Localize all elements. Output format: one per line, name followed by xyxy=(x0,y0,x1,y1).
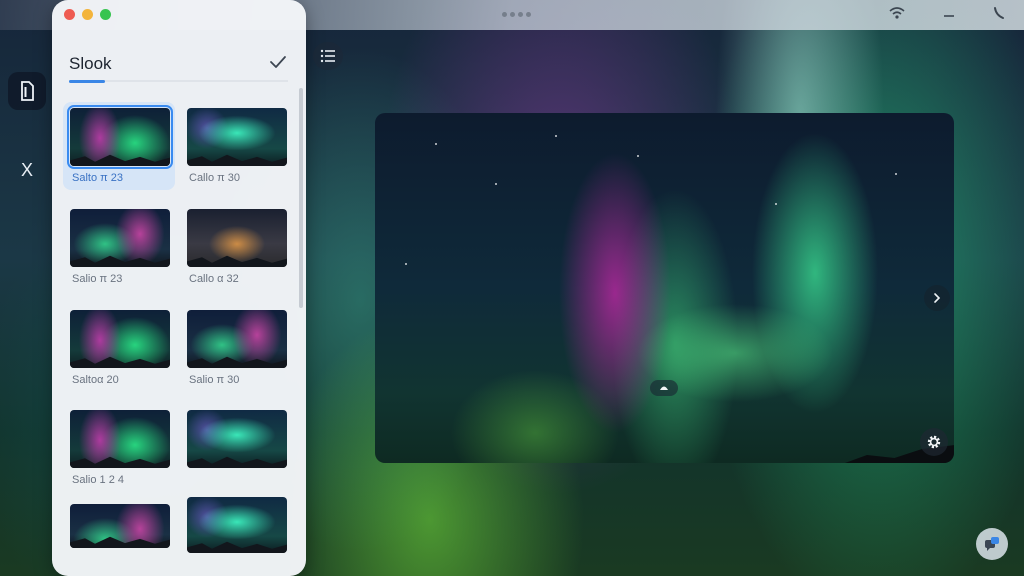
thumbnail-label: Callo π 30 xyxy=(189,172,241,184)
thumbnail-item[interactable]: Salio 1 2 4 xyxy=(63,404,175,492)
thumbnail-item[interactable]: Salio π 23 xyxy=(63,203,175,291)
thumbnail-item[interactable] xyxy=(180,404,292,492)
thumbnail-image xyxy=(187,310,287,368)
thumbnail-image xyxy=(70,410,170,468)
minimize-icon[interactable] xyxy=(940,6,958,24)
chat-icon[interactable] xyxy=(976,528,1008,560)
maximize-window-button[interactable] xyxy=(100,9,111,20)
thumbnail-image xyxy=(187,410,287,468)
active-tab-indicator xyxy=(69,80,105,83)
chevron-right-icon[interactable] xyxy=(924,285,950,311)
gear-icon[interactable] xyxy=(920,428,948,456)
photo-browser-panel: Slook Salto π 23 Callo π 30 Salio π 23 C… xyxy=(52,0,306,576)
thumbnail-label: Salio 1 2 4 xyxy=(72,474,124,486)
wifi-icon[interactable] xyxy=(888,6,906,24)
thumbnail-item[interactable] xyxy=(180,491,292,576)
thumbnail-image xyxy=(70,310,170,368)
window-controls xyxy=(64,9,111,20)
phone-icon[interactable] xyxy=(990,6,1008,24)
thumbnail-image xyxy=(70,504,170,548)
checkmark-icon[interactable] xyxy=(266,50,290,74)
thumbnail-item[interactable] xyxy=(63,496,175,576)
panel-title: Slook xyxy=(69,54,112,73)
thumbnail-label: Saltoα 20 xyxy=(72,374,119,386)
x-icon-label: X xyxy=(20,159,33,180)
scrollbar[interactable] xyxy=(299,88,303,308)
thumbnail-item[interactable]: Callo α 32 xyxy=(180,203,292,291)
thumbnail-image xyxy=(187,497,287,553)
thumbnail-label: Salto π 23 xyxy=(72,172,124,184)
window-handle[interactable] xyxy=(502,12,531,17)
x-icon[interactable]: X xyxy=(8,151,46,189)
thumbnail-label: Salio π 30 xyxy=(189,374,240,386)
thumbnail-image xyxy=(187,108,287,166)
thumbnail-item[interactable]: Salto π 23 xyxy=(63,102,175,190)
thumbnail-label: Callo α 32 xyxy=(189,273,239,285)
list-icon[interactable] xyxy=(313,42,343,70)
thumbnail-item[interactable]: Saltoα 20 xyxy=(63,304,175,392)
thumbnail-item[interactable]: Salio π 30 xyxy=(180,304,292,392)
close-window-button[interactable] xyxy=(64,9,75,20)
image-viewer[interactable] xyxy=(375,113,954,463)
document-icon[interactable] xyxy=(8,72,46,110)
thumbnail-image xyxy=(70,209,170,267)
eject-icon[interactable] xyxy=(650,380,678,396)
mini-dock: X xyxy=(0,30,52,576)
thumbnail-item[interactable]: Callo π 30 xyxy=(180,102,292,190)
thumbnail-image xyxy=(187,209,287,267)
minimize-window-button[interactable] xyxy=(82,9,93,20)
thumbnail-image xyxy=(67,105,173,169)
thumbnail-label: Salio π 23 xyxy=(72,273,123,285)
